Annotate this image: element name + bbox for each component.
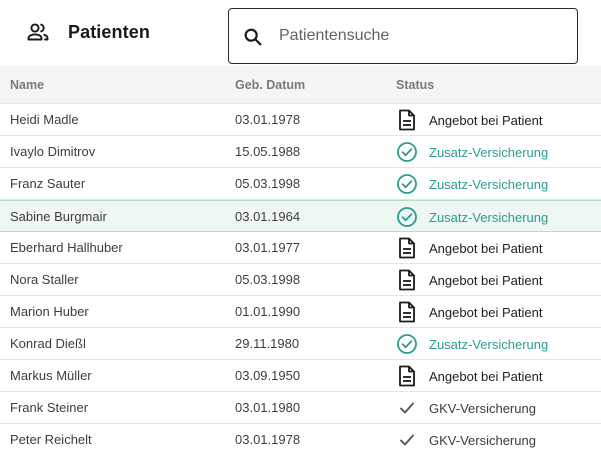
patient-name: Konrad Dießl: [10, 336, 86, 351]
table-row[interactable]: Eberhard Hallhuber 03.01.1977 Angebot be…: [0, 232, 601, 264]
patient-search-box[interactable]: [228, 8, 578, 64]
patient-status: Zusatz-Versicherung: [396, 206, 548, 228]
patient-status: Angebot bei Patient: [396, 109, 542, 131]
patient-name: Ivaylo Dimitrov: [10, 144, 96, 159]
document-icon: [396, 237, 418, 259]
patient-dob: 03.09.1950: [235, 368, 301, 383]
status-label: Angebot bei Patient: [429, 240, 543, 256]
check-circle-icon: [396, 141, 418, 163]
patient-status: Angebot bei Patient: [396, 237, 542, 259]
table-row[interactable]: Konrad Dießl 29.11.1980 Zusatz-Versicher…: [0, 328, 601, 360]
status-label: Zusatz-Versicherung: [429, 336, 549, 352]
patient-dob: 03.01.1977: [235, 240, 301, 255]
patient-dob: 03.01.1964: [235, 209, 301, 224]
patient-dob: 29.11.1980: [235, 336, 300, 351]
check-circle-icon: [396, 206, 418, 228]
patient-table: Name Geb. Datum Status Heidi Madle 03.01…: [0, 66, 601, 453]
patient-dob: 05.03.1998: [235, 272, 301, 287]
document-icon: [396, 269, 418, 291]
column-header-status[interactable]: Status: [396, 78, 434, 92]
status-label: Angebot bei Patient: [429, 304, 543, 320]
users-icon: [26, 20, 50, 44]
patient-name: Frank Steiner: [10, 400, 89, 415]
patient-status: GKV-Versicherung: [396, 397, 536, 419]
page-header: Patienten: [0, 0, 601, 66]
status-label: GKV-Versicherung: [429, 432, 536, 448]
page-title-group: Patienten: [26, 20, 150, 44]
patient-status: Zusatz-Versicherung: [396, 173, 548, 195]
table-row[interactable]: Marion Huber 01.01.1990 Angebot bei Pati…: [0, 296, 601, 328]
patient-dob: 03.01.1978: [235, 112, 301, 127]
table-body: Heidi Madle 03.01.1978 Angebot bei Patie…: [0, 104, 601, 453]
patient-status: GKV-Versicherung: [396, 429, 536, 451]
patient-dob: 15.05.1988: [235, 144, 301, 159]
status-label: GKV-Versicherung: [429, 400, 536, 416]
table-row[interactable]: Markus Müller 03.09.1950 Angebot bei Pat…: [0, 360, 601, 392]
patient-status: Zusatz-Versicherung: [396, 141, 548, 163]
patient-name: Heidi Madle: [10, 112, 79, 127]
table-row[interactable]: Nora Staller 05.03.1998 Angebot bei Pati…: [0, 264, 601, 296]
table-row[interactable]: Ivaylo Dimitrov 15.05.1988 Zusatz-Versic…: [0, 136, 601, 168]
table-row[interactable]: Peter Reichelt 03.01.1978 GKV-Versicheru…: [0, 424, 601, 453]
patient-dob: 03.01.1978: [235, 432, 301, 447]
table-row[interactable]: Franz Sauter 05.03.1998 Zusatz-Versicher…: [0, 168, 601, 200]
patient-status: Zusatz-Versicherung: [396, 333, 548, 355]
column-header-name[interactable]: Name: [10, 78, 44, 92]
patient-status: Angebot bei Patient: [396, 301, 542, 323]
document-icon: [396, 301, 418, 323]
page-title: Patienten: [68, 21, 150, 42]
status-label: Zusatz-Versicherung: [429, 144, 549, 160]
table-row[interactable]: Heidi Madle 03.01.1978 Angebot bei Patie…: [0, 104, 601, 136]
status-label: Angebot bei Patient: [429, 272, 543, 288]
patient-dob: 05.03.1998: [235, 176, 301, 191]
status-label: Zusatz-Versicherung: [429, 176, 549, 192]
document-icon: [396, 109, 418, 131]
search-icon: [242, 26, 264, 53]
check-circle-icon: [396, 173, 418, 195]
patient-name: Eberhard Hallhuber: [10, 240, 123, 255]
table-row[interactable]: Frank Steiner 03.01.1980 GKV-Versicherun…: [0, 392, 601, 424]
status-label: Angebot bei Patient: [429, 368, 543, 384]
patient-status: Angebot bei Patient: [396, 269, 542, 291]
patient-name: Sabine Burgmair: [10, 209, 107, 224]
check-icon: [396, 429, 418, 451]
table-header: Name Geb. Datum Status: [0, 66, 601, 104]
status-label: Angebot bei Patient: [429, 112, 543, 128]
patient-status: Angebot bei Patient: [396, 365, 542, 387]
patient-name: Marion Huber: [10, 304, 89, 319]
column-header-dob[interactable]: Geb. Datum: [235, 78, 305, 92]
patient-dob: 01.01.1990: [235, 304, 301, 319]
patient-name: Franz Sauter: [10, 176, 86, 191]
check-circle-icon: [396, 333, 418, 355]
document-icon: [396, 365, 418, 387]
check-icon: [396, 397, 418, 419]
status-label: Zusatz-Versicherung: [429, 209, 549, 225]
patient-name: Peter Reichelt: [10, 432, 92, 447]
table-row[interactable]: Sabine Burgmair 03.01.1964 Zusatz-Versic…: [0, 200, 601, 232]
patient-name: Markus Müller: [10, 368, 92, 383]
patient-dob: 03.01.1980: [235, 400, 301, 415]
patient-search-input[interactable]: [279, 21, 559, 51]
patient-name: Nora Staller: [10, 272, 79, 287]
